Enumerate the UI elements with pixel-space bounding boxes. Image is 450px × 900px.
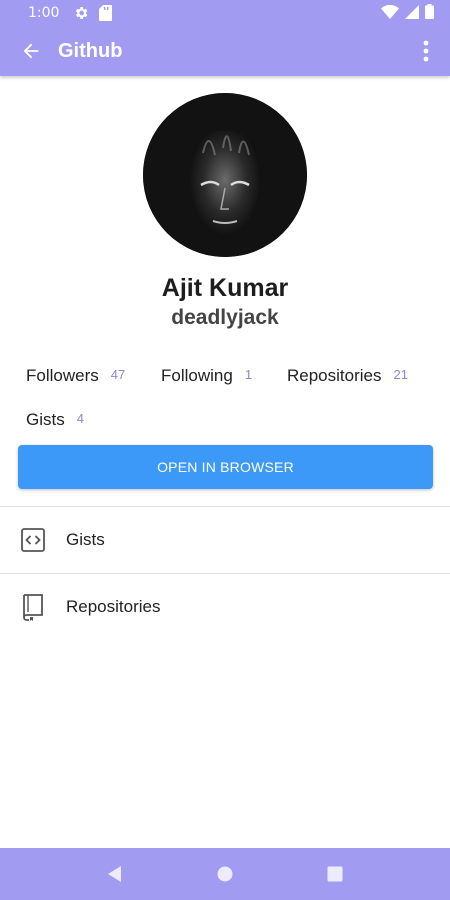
wifi-icon	[381, 4, 399, 22]
profile-username: deadlyjack	[171, 306, 279, 329]
avatar	[143, 93, 307, 257]
recents-nav-icon[interactable]	[315, 854, 355, 894]
status-time: 1:00	[28, 5, 60, 21]
list-item-repositories[interactable]: Repositories	[0, 574, 450, 640]
list-item-gists[interactable]: Gists	[0, 507, 450, 573]
stat-gists[interactable]: Gists 4	[26, 410, 84, 430]
list-item-label: Repositories	[66, 597, 161, 616]
app-bar: Github	[0, 26, 450, 76]
stat-following[interactable]: Following 1	[161, 366, 252, 386]
stat-count: 21	[393, 367, 408, 382]
signal-icon	[405, 4, 419, 22]
list-item-label: Gists	[66, 530, 105, 549]
settings-icon	[73, 5, 89, 21]
sd-card-icon	[99, 5, 113, 21]
system-nav-bar	[0, 848, 450, 900]
profile-name: Ajit Kumar	[161, 274, 289, 302]
page-title: Github	[58, 39, 123, 62]
stat-label: Followers	[26, 366, 99, 385]
stat-label: Repositories	[287, 366, 382, 385]
stat-label: Gists	[26, 410, 65, 429]
stat-count: 1	[244, 367, 253, 382]
home-nav-icon[interactable]	[205, 854, 245, 894]
open-in-browser-button[interactable]: OPEN IN BROWSER	[18, 445, 433, 489]
more-vert-icon[interactable]	[416, 36, 436, 66]
back-nav-icon[interactable]	[95, 854, 135, 894]
stat-followers[interactable]: Followers 47	[26, 366, 125, 386]
stat-label: Following	[161, 366, 233, 385]
battery-icon	[425, 4, 434, 22]
stat-repositories[interactable]: Repositories 21	[287, 366, 408, 386]
status-bar: 1:00	[0, 0, 450, 26]
book-icon	[18, 592, 48, 622]
stat-count: 4	[76, 411, 84, 426]
code-icon	[18, 525, 48, 555]
arrow-back-icon[interactable]	[16, 36, 46, 66]
stat-count: 47	[110, 367, 126, 382]
